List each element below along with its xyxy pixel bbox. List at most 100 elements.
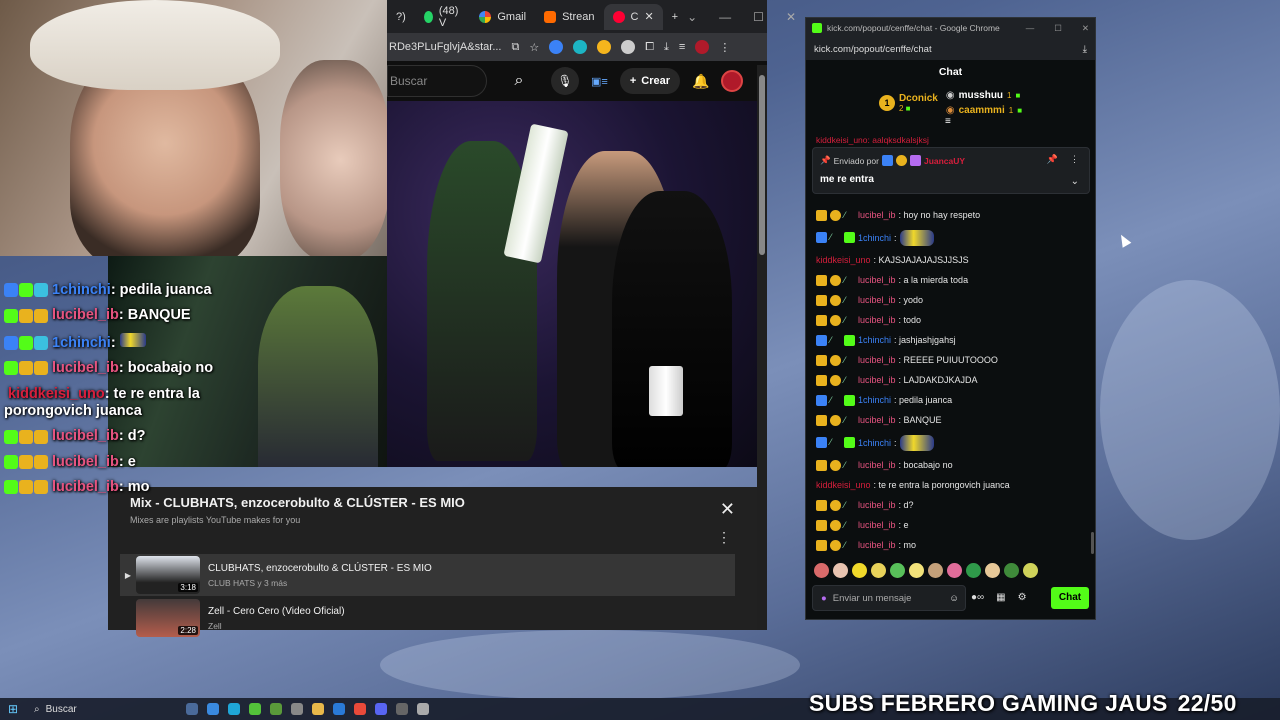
chat-message[interactable]: ⁄ 1chinchi:: [816, 225, 1088, 250]
chrome-icon[interactable]: [354, 703, 366, 715]
star-icon[interactable]: ☆: [529, 41, 539, 54]
taskbar-search[interactable]: ⌕ Buscar: [26, 700, 156, 718]
chat-message[interactable]: ⁄ lucibel_ib: mo: [816, 535, 1088, 555]
chat-message[interactable]: ⁄ lucibel_ib: yodo: [816, 290, 1088, 310]
tab-youtube[interactable]: C ✕: [603, 3, 663, 30]
emote-icon[interactable]: [1023, 563, 1038, 578]
chat-message[interactable]: ⁄ 1chinchi:: [816, 430, 1088, 455]
extension-icon[interactable]: [621, 40, 636, 54]
emote-icon[interactable]: [985, 563, 1000, 578]
install-icon[interactable]: ⧉: [512, 41, 520, 54]
leaderboard-entry[interactable]: ◉ caammmi 1 ■: [946, 105, 1022, 116]
minimize-icon[interactable]: —: [1026, 23, 1035, 34]
app-icon[interactable]: [207, 703, 219, 715]
tab-gmail[interactable]: Gmail: [470, 4, 535, 30]
chat-username[interactable]: 1chinchi: [858, 438, 891, 448]
chat-message[interactable]: ⁄ lucibel_ib: bocabajo no: [816, 455, 1088, 475]
leaderboard-entry[interactable]: ◉ musshuu 1 ■: [946, 90, 1022, 101]
emoji-icon[interactable]: ☺: [949, 593, 959, 604]
emote-icon[interactable]: [1004, 563, 1019, 578]
chat-username[interactable]: 1chinchi: [858, 335, 891, 345]
chat-username[interactable]: lucibel_ib: [858, 210, 896, 220]
chat-message[interactable]: ⁄ lucibel_ib: REEEE PUIUUTOOOO: [816, 350, 1088, 370]
more-icon[interactable]: ⋮: [1070, 154, 1079, 165]
chat-message[interactable]: kiddkeisi_uno: te re entra la porongovic…: [816, 475, 1088, 495]
chat-username[interactable]: lucibel_ib: [858, 415, 896, 425]
emote-icon[interactable]: [966, 563, 981, 578]
emote-icon[interactable]: [890, 563, 905, 578]
chat-username[interactable]: lucibel_ib: [858, 460, 896, 470]
chat-message[interactable]: ⁄ lucibel_ib: LAJDAKDJKAJDA: [816, 370, 1088, 390]
obs-icon[interactable]: [396, 703, 408, 715]
extension-icon[interactable]: [597, 40, 612, 54]
app-icon[interactable]: [291, 703, 303, 715]
chevron-down-icon[interactable]: ⌄: [1071, 176, 1079, 187]
chat-username[interactable]: lucibel_ib: [858, 500, 896, 510]
extension-icon[interactable]: ▣≡: [591, 75, 608, 88]
chat-scrollbar[interactable]: [1091, 532, 1094, 554]
new-tab-button[interactable]: +: [663, 4, 687, 30]
emote-icon[interactable]: [833, 563, 848, 578]
media-icon[interactable]: ≡: [679, 41, 685, 53]
chat-username[interactable]: kiddkeisi_uno: [816, 255, 871, 265]
playlist-item-title[interactable]: Zell - Cero Cero (Video Oficial): [208, 606, 345, 617]
pinned-message[interactable]: 📌 Enviado por JuancaUY me re entra 📌 ⋮ ⌄: [812, 147, 1090, 194]
folder-icon[interactable]: [312, 703, 324, 715]
chevron-down-icon[interactable]: ⌄: [687, 10, 697, 24]
edge-icon[interactable]: [228, 703, 240, 715]
app-icon[interactable]: [417, 703, 429, 715]
playlist-item-title[interactable]: CLUBHATS, enzocerobulto & CLÚSTER - ES M…: [208, 563, 432, 574]
chat-input[interactable]: ● Enviar un mensaje ☺: [812, 585, 966, 611]
chat-message[interactable]: ⁄ 1chinchi: pedila juanca: [816, 390, 1088, 410]
avatar[interactable]: [721, 70, 744, 92]
chat-username[interactable]: lucibel_ib: [858, 355, 896, 365]
emote-icon[interactable]: [947, 563, 962, 578]
pinned-user[interactable]: JuancaUY: [924, 156, 965, 166]
emote-icon[interactable]: [928, 563, 943, 578]
chat-message[interactable]: kiddkeisi_uno: KAJSJAJAJAJSJJSJS: [816, 250, 1088, 270]
app-icon[interactable]: [249, 703, 261, 715]
url-text[interactable]: RDe3PLuFglvjA&star...: [389, 41, 502, 53]
minimize-icon[interactable]: —: [719, 10, 731, 24]
emote-icon[interactable]: [814, 563, 829, 578]
tab-partial[interactable]: ?): [387, 4, 415, 30]
chat-username[interactable]: lucibel_ib: [858, 275, 896, 285]
maximize-icon[interactable]: ☐: [753, 10, 764, 24]
chat-username[interactable]: kiddkeisi_uno: [816, 480, 871, 490]
close-icon[interactable]: ✕: [720, 499, 735, 520]
discord-icon[interactable]: [375, 703, 387, 715]
chat-message[interactable]: ⁄ lucibel_ib: todo: [816, 310, 1088, 330]
close-icon[interactable]: ✕: [1082, 23, 1089, 34]
more-icon[interactable]: ⋮: [717, 529, 731, 546]
playlist-item[interactable]: 2:28 Zell - Cero Cero (Video Oficial) Zel…: [120, 597, 735, 639]
chat-username[interactable]: lucibel_ib: [858, 540, 896, 550]
send-chat-button[interactable]: Chat: [1051, 587, 1089, 609]
address-bar[interactable]: RDe3PLuFglvjA&star... ⧉ ☆ ⧠ ⤓ ≡ ⋮: [387, 33, 767, 61]
chat-extension-icon[interactable]: ●∞: [971, 592, 984, 603]
video-player[interactable]: [387, 101, 757, 467]
extension-icon[interactable]: [573, 40, 588, 54]
tab-whatsapp[interactable]: (48) V: [415, 4, 471, 30]
maximize-icon[interactable]: ☐: [1054, 23, 1062, 34]
chat-username[interactable]: lucibel_ib: [858, 295, 896, 305]
store-icon[interactable]: ▦: [996, 592, 1005, 603]
chat-username[interactable]: lucibel_ib: [858, 375, 896, 385]
tab-streamlabs[interactable]: Strean: [535, 4, 603, 30]
scrollbar-thumb[interactable]: [759, 75, 765, 255]
chat-username[interactable]: 1chinchi: [858, 233, 891, 243]
more-icon[interactable]: ⋮: [719, 41, 730, 54]
leaderboard-entry[interactable]: 1 Dconick 2 ■: [878, 93, 938, 113]
puzzle-icon[interactable]: ⧠: [645, 41, 654, 54]
app-icon[interactable]: [270, 703, 282, 715]
extension-icon[interactable]: [549, 40, 564, 54]
chat-username[interactable]: lucibel_ib: [858, 520, 896, 530]
windows-start-icon[interactable]: ⊞: [0, 702, 26, 716]
close-icon[interactable]: ✕: [786, 10, 796, 24]
search-icon[interactable]: ⌕: [499, 65, 539, 97]
create-button[interactable]: + Crear: [619, 68, 680, 94]
mic-icon[interactable]: 🎙: [551, 67, 579, 95]
download-icon[interactable]: ⤓: [1083, 44, 1087, 55]
mic-icon[interactable]: ●: [821, 593, 827, 604]
task-view-icon[interactable]: [186, 703, 198, 715]
bell-icon[interactable]: 🔔: [692, 73, 709, 90]
